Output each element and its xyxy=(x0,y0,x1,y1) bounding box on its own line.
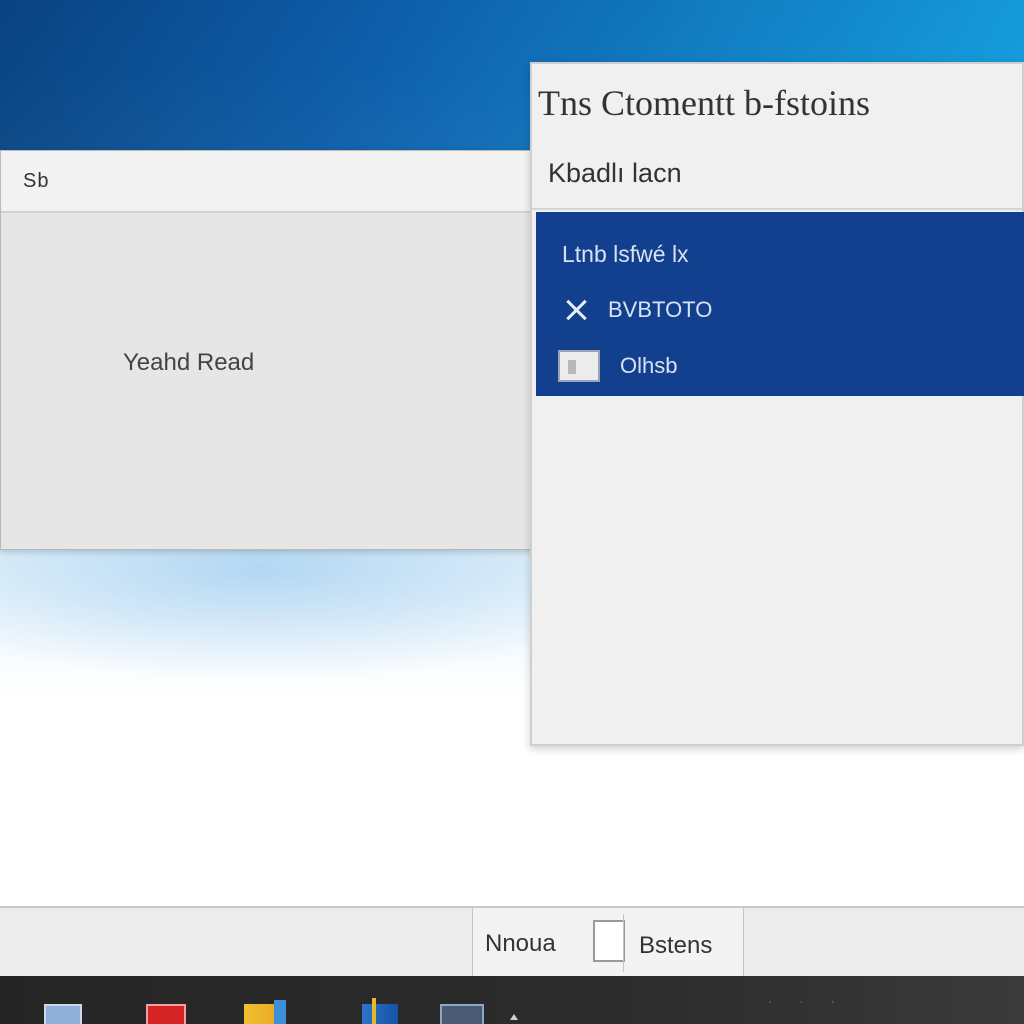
name-input[interactable] xyxy=(593,920,625,962)
checkbox-icon[interactable] xyxy=(558,350,600,382)
panel-title: Tns Ctomentt b-fstoins xyxy=(538,83,870,123)
panel-menu: Ltnb lsfwé lx BVBTOTO Olhsb xyxy=(536,212,1024,396)
menu-item-2[interactable]: BVBTOTO xyxy=(536,282,1024,338)
right-panel: Tns Ctomentt b-fstoins Kbadlı lacn Ltnb … xyxy=(530,62,1024,746)
menu-item-1[interactable]: Ltnb lsfwé lx xyxy=(536,226,1024,282)
panel-divider xyxy=(532,208,1022,210)
app-window-icon[interactable] xyxy=(440,1004,484,1024)
toolbar-divider xyxy=(623,914,624,972)
panel-subtitle: Kbadlı lacn xyxy=(548,158,682,188)
settings-button[interactable]: Bstens xyxy=(639,932,712,960)
left-window: Sb Yeahd Read xyxy=(0,150,534,550)
book-icon[interactable] xyxy=(362,998,398,1024)
left-window-title: Sb xyxy=(23,169,50,192)
menu-item-1-label: Ltnb lsfwé lx xyxy=(562,240,689,267)
folder-icon[interactable] xyxy=(244,1000,286,1024)
toolbar-group: Nnoua Bstens xyxy=(472,908,744,978)
system-tray[interactable]: · · · xyxy=(768,994,847,1008)
lower-toolbar: Nnoua Bstens xyxy=(0,906,1024,978)
name-label: Nnoua xyxy=(485,930,556,957)
left-window-titlebar[interactable]: Sb xyxy=(1,151,533,213)
close-icon xyxy=(564,297,590,323)
menu-item-3-label: Olhsb xyxy=(620,353,678,378)
red-app-icon[interactable] xyxy=(146,1004,186,1024)
menu-item-3[interactable]: Olhsb xyxy=(536,338,1024,394)
taskbar-chevron-up-icon[interactable] xyxy=(510,1014,518,1020)
document-icon[interactable] xyxy=(44,1004,82,1024)
left-window-body-text: Yeahd Read xyxy=(123,349,255,376)
menu-item-2-label: BVBTOTO xyxy=(608,297,713,322)
